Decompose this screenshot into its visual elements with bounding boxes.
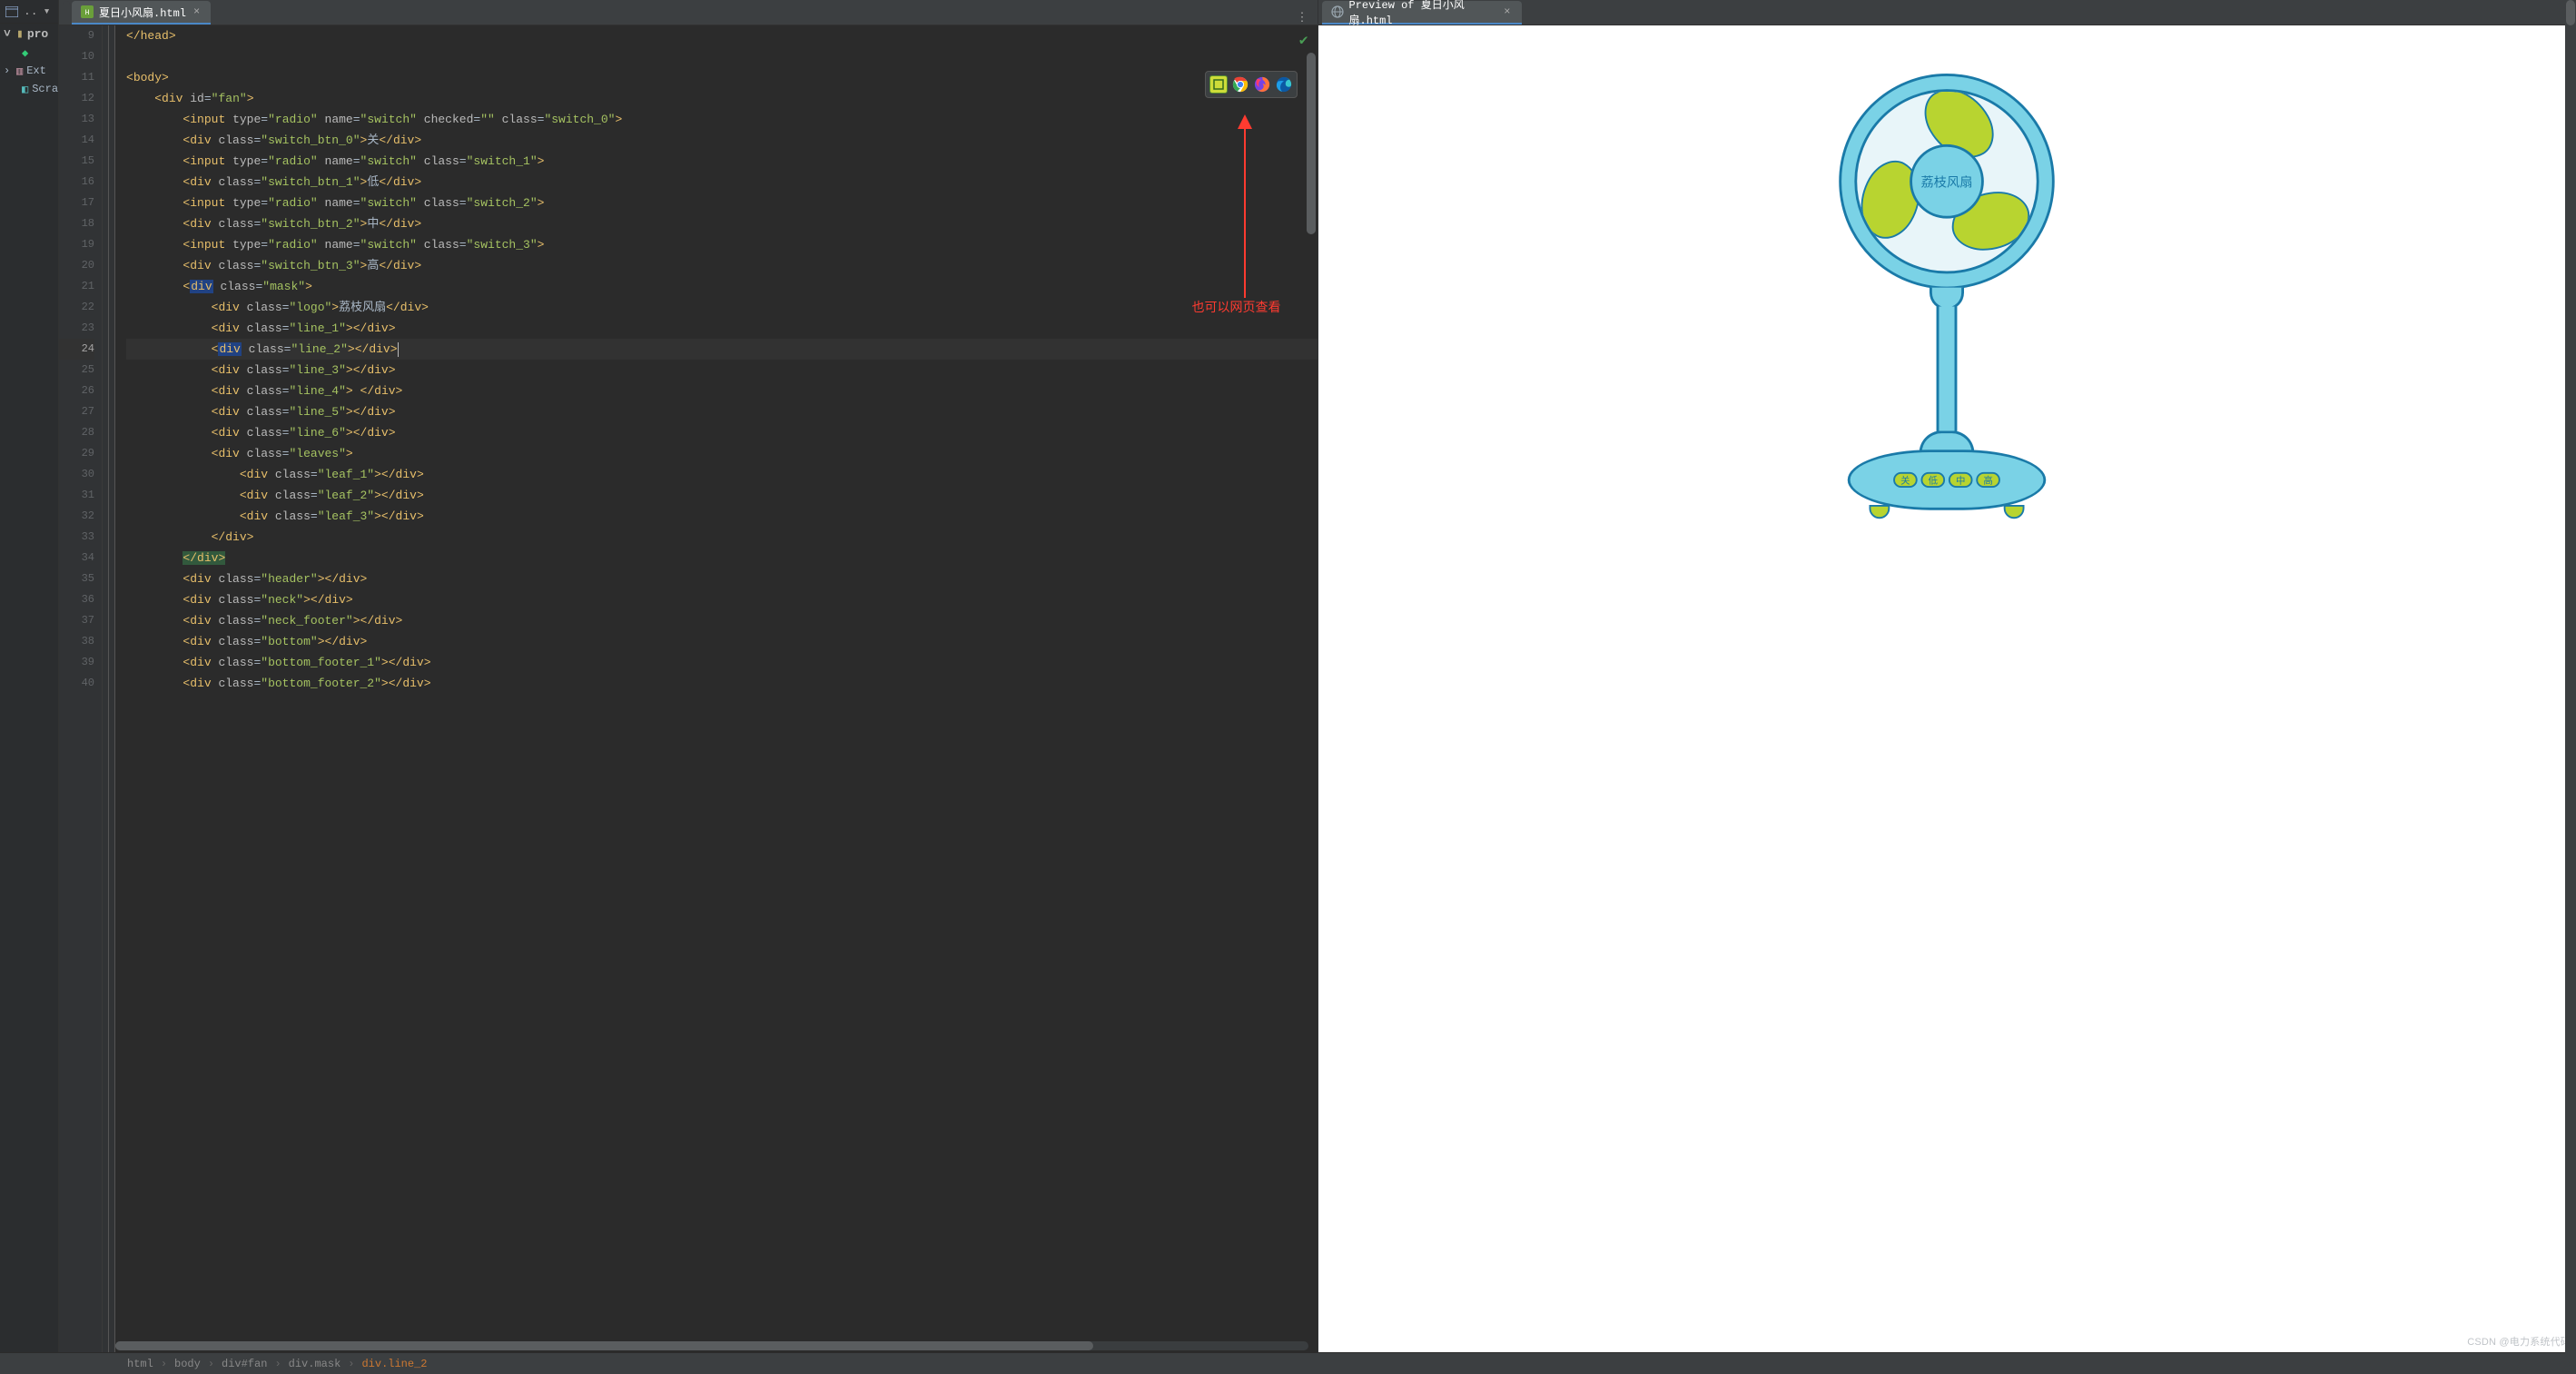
breadcrumb-item[interactable]: body [174,1358,201,1370]
chevron-right-icon: › [4,64,13,77]
fan-neck [1937,307,1958,437]
preview-pane: Preview of 夏日小风扇.html × [1318,0,2576,1352]
folder-name: pro [27,27,48,41]
tree-label: Scra [32,83,58,95]
open-in-browser-bar [1205,71,1298,98]
editor-vscrollbar[interactable] [1307,53,1316,234]
fan-switch-mid[interactable]: 中 [1949,472,1973,488]
breadcrumb-item[interactable]: div.mask [289,1358,341,1370]
builtin-preview-icon[interactable] [1209,75,1228,94]
code-area[interactable]: 9101112131415161718192021222324252627282… [59,25,1318,1352]
globe-icon [1331,5,1344,18]
toolbar-chevron-icon[interactable]: ▾ [44,5,51,18]
firefox-icon[interactable] [1253,75,1271,94]
preview-tab-title: Preview of 夏日小风扇.html [1349,0,1497,27]
fan-switch-off[interactable]: 关 [1893,472,1918,488]
editor-hscrollbar[interactable] [115,1341,1308,1350]
toolbar-dots[interactable]: .. [24,5,38,18]
fan-foot [1870,505,1890,519]
window-icon[interactable] [5,5,18,18]
code-content[interactable]: </head><body> <div id="fan"> <input type… [115,25,1318,1352]
tree-item[interactable]: ◆ [0,44,58,62]
preview-tabbar: Preview of 夏日小风扇.html × [1318,0,2576,25]
tree-item[interactable]: ◧ Scra [0,80,58,98]
project-root-folder[interactable]: ˅ ▮ pro [0,24,58,44]
fan-head: 荔枝风扇 [1840,74,2056,290]
html-file-icon: H [81,5,94,18]
line-number-gutter: 9101112131415161718192021222324252627282… [59,25,103,1352]
folder-icon: ▮ [16,27,24,41]
fan-cage: 荔枝风扇 [1855,89,2039,273]
ide-root: .. ▾ ˅ ▮ pro ◆ › ▥ Ext ◧ Scra [0,0,2576,1374]
edge-icon[interactable] [1275,75,1293,94]
tab-filename: 夏日小风扇.html [99,5,186,20]
project-sidebar: .. ▾ ˅ ▮ pro ◆ › ▥ Ext ◧ Scra [0,0,59,1352]
tree-item[interactable]: › ▥ Ext [0,62,58,80]
code-editor-pane: H 夏日小风扇.html × ⋮ 91011121314151617181920… [59,0,1318,1352]
breadcrumb-item[interactable]: div#fan [222,1358,267,1370]
breadcrumb-item[interactable]: html [127,1358,153,1370]
fan-preview: 荔枝风扇 关 低 中 高 [1840,74,2056,522]
top-area: .. ▾ ˅ ▮ pro ◆ › ▥ Ext ◧ Scra [0,0,2576,1352]
fan-foot [2004,505,2025,519]
fold-column[interactable] [103,25,115,1352]
chrome-icon[interactable] [1231,75,1249,94]
breadcrumb: html› body› div#fan› div.mask› div.line_… [0,1352,2576,1374]
scratch-icon: ◧ [22,83,28,96]
lib-icon: ▥ [16,64,23,78]
inspection-ok-icon[interactable]: ✔ [1299,31,1308,49]
sidebar-toolbar: .. ▾ [0,0,58,24]
editor-tabbar: H 夏日小风扇.html × ⋮ [59,0,1318,25]
tree-label: Ext [26,64,46,77]
close-icon[interactable]: × [1502,5,1512,18]
window-vscrollbar[interactable] [2565,0,2576,1374]
close-icon[interactable]: × [192,5,202,18]
tab-overflow[interactable] [63,1,70,25]
chevron-down-icon: ˅ [4,27,13,41]
preview-body: 荔枝风扇 关 低 中 高 [1318,25,2576,1352]
editor-tab-active[interactable]: H 夏日小风扇.html × [72,1,211,25]
fan-switch-high[interactable]: 高 [1977,472,2001,488]
fan-switch-low[interactable]: 低 [1921,472,1946,488]
watermark: CSDN @电力系统代码 [2467,1334,2571,1349]
fan-base: 关 低 中 高 [1848,450,2047,509]
fan-hub-logo: 荔枝风扇 [1910,144,1984,219]
breadcrumb-item-current[interactable]: div.line_2 [361,1358,427,1370]
python-file-icon: ◆ [22,46,28,60]
tab-menu-icon[interactable]: ⋮ [1288,11,1318,25]
annotation-text: 也可以网页查看 [1192,298,1281,316]
preview-tab[interactable]: Preview of 夏日小风扇.html × [1322,1,1522,25]
editor-split: H 夏日小风扇.html × ⋮ 91011121314151617181920… [59,0,2576,1352]
svg-text:H: H [85,9,90,17]
